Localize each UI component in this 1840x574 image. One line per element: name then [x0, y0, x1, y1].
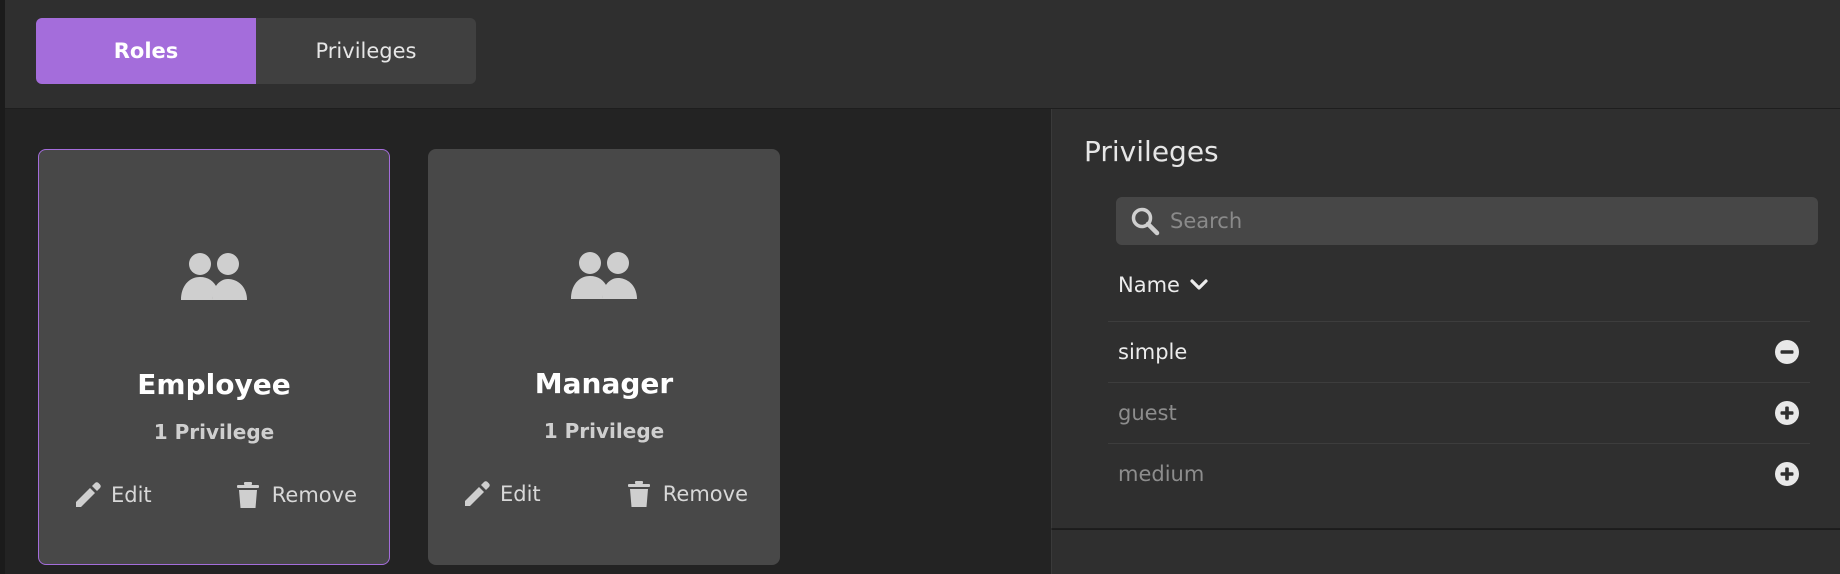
roles-grid: Employee 1 Privilege Edit Remove Manager…: [5, 109, 1051, 574]
privilege-name: guest: [1118, 401, 1177, 425]
panel-footer: [1051, 529, 1840, 574]
minus-circle-icon[interactable]: [1774, 339, 1800, 365]
plus-circle-icon[interactable]: [1774, 461, 1800, 487]
remove-button[interactable]: Remove: [234, 478, 357, 512]
search-input[interactable]: [1170, 209, 1790, 233]
tab-privileges[interactable]: Privileges: [256, 18, 476, 84]
trash-icon: [236, 482, 259, 508]
remove-label: Remove: [271, 483, 357, 507]
people-icon: [571, 252, 637, 299]
edit-button[interactable]: Edit: [73, 478, 152, 512]
column-label: Name: [1118, 273, 1180, 297]
privilege-row: medium: [1108, 443, 1810, 504]
top-bar: Roles Privileges: [5, 0, 1840, 109]
role-card-employee[interactable]: Employee 1 Privilege Edit Remove: [38, 149, 390, 565]
pencil-icon: [465, 481, 490, 506]
name-column-header[interactable]: Name: [1118, 273, 1210, 297]
privileges-list: simple guest medium: [1108, 321, 1810, 504]
edit-button[interactable]: Edit: [462, 477, 541, 511]
remove-label: Remove: [662, 482, 748, 506]
privilege-row: guest: [1108, 382, 1810, 443]
privileges-panel: Privileges Name simple guest: [1051, 109, 1840, 529]
privilege-name: simple: [1118, 340, 1188, 364]
remove-button[interactable]: Remove: [625, 477, 748, 511]
role-privilege-count: 1 Privilege: [153, 420, 275, 444]
edit-label: Edit: [111, 483, 152, 507]
role-card-manager[interactable]: Manager 1 Privilege Edit Remove: [428, 149, 780, 565]
search-icon: [1131, 207, 1160, 236]
tab-roles[interactable]: Roles: [36, 18, 256, 84]
plus-circle-icon[interactable]: [1774, 400, 1800, 426]
edit-label: Edit: [500, 482, 541, 506]
panel-title: Privileges: [1084, 135, 1219, 168]
role-name: Manager: [534, 367, 674, 400]
people-icon: [181, 253, 247, 300]
chevron-down-icon: [1190, 279, 1208, 290]
role-name: Employee: [137, 368, 291, 401]
role-privilege-count: 1 Privilege: [543, 419, 665, 443]
privilege-row: simple: [1108, 321, 1810, 382]
search-box: [1116, 197, 1818, 245]
trash-icon: [627, 481, 650, 507]
pencil-icon: [76, 482, 101, 507]
privilege-name: medium: [1118, 462, 1205, 486]
view-tabs: Roles Privileges: [36, 18, 476, 84]
